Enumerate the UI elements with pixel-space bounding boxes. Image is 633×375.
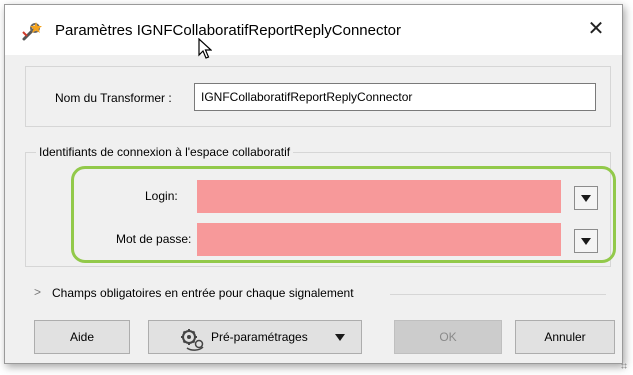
transformer-name-input[interactable]: IGNFCollaboratifReportReplyConnector bbox=[194, 83, 596, 111]
ok-button[interactable]: OK bbox=[394, 320, 502, 354]
divider bbox=[390, 294, 606, 295]
transformer-name-label: Nom du Transformer : bbox=[55, 91, 172, 105]
cancel-button[interactable]: Annuler bbox=[515, 320, 615, 354]
credentials-group-label: Identifiants de connexion à l'espace col… bbox=[36, 145, 294, 159]
expander-label: Champs obligatoires en entrée pour chaqu… bbox=[52, 286, 354, 300]
login-input[interactable] bbox=[197, 180, 561, 213]
triangle-down-icon bbox=[335, 334, 345, 341]
mouse-cursor-icon bbox=[198, 38, 212, 59]
wrench-star-icon bbox=[22, 22, 42, 41]
close-button[interactable]: ✕ bbox=[582, 15, 610, 43]
password-input[interactable] bbox=[197, 223, 561, 256]
chevron-right-icon: > bbox=[34, 285, 42, 299]
password-label: Mot de passe: bbox=[116, 232, 192, 246]
login-label: Login: bbox=[145, 189, 178, 203]
resize-grip[interactable] bbox=[621, 363, 627, 369]
presets-button[interactable]: Pré-paramétrages bbox=[148, 320, 362, 354]
presets-label: Pré-paramétrages bbox=[211, 330, 308, 344]
window-title: Paramètres IGNFCollaboratifReportReplyCo… bbox=[55, 22, 401, 39]
help-button[interactable]: Aide bbox=[34, 320, 130, 354]
mandatory-fields-expander[interactable]: > Champs obligatoires en entrée pour cha… bbox=[30, 284, 610, 302]
gears-icon bbox=[181, 329, 204, 351]
password-dropdown-button[interactable] bbox=[574, 229, 598, 253]
triangle-down-icon bbox=[581, 195, 591, 202]
title-bar: Paramètres IGNFCollaboratifReportReplyCo… bbox=[5, 5, 622, 55]
login-dropdown-button[interactable] bbox=[574, 186, 598, 210]
triangle-down-icon bbox=[581, 238, 591, 245]
